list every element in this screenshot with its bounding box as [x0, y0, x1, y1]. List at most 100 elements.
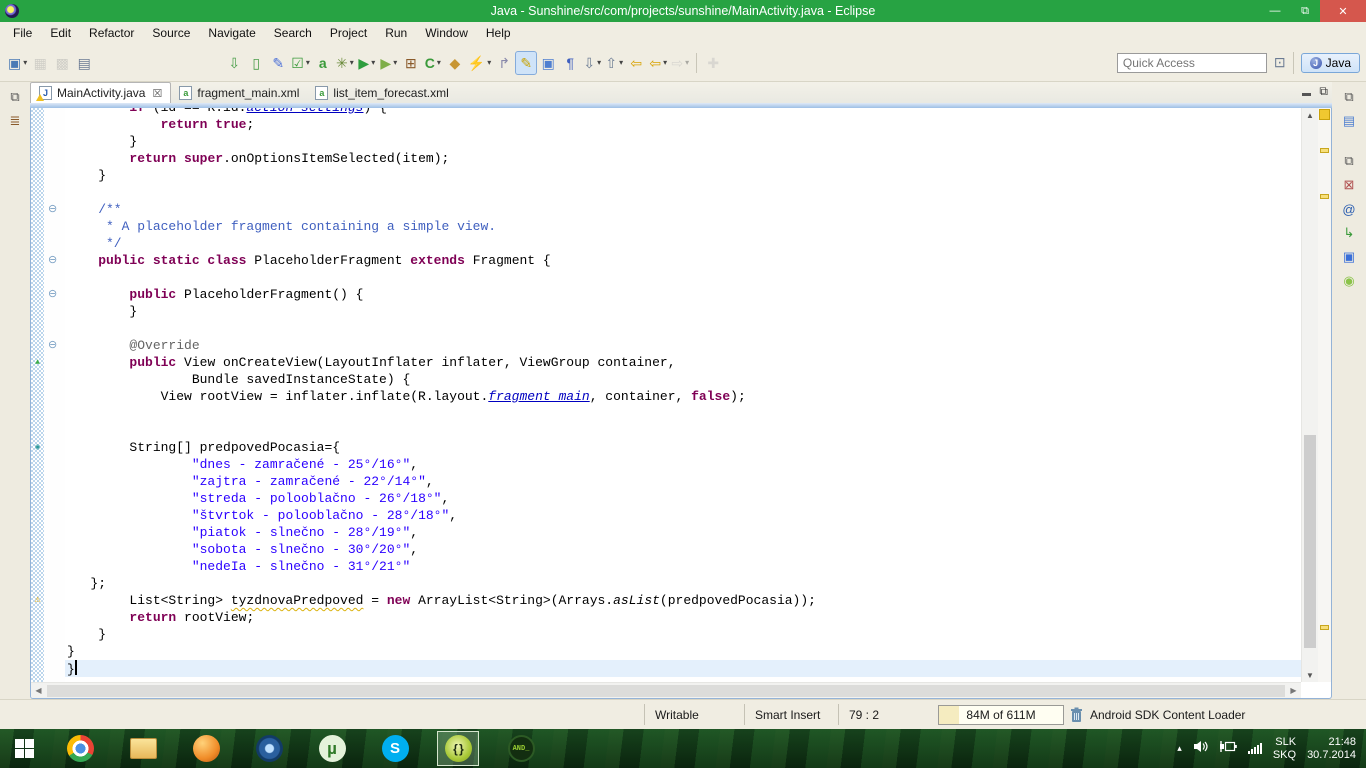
- menu-item-navigate[interactable]: Navigate: [199, 23, 264, 43]
- collapse-icon[interactable]: ⊖: [44, 286, 65, 303]
- code-line-31[interactable]: return rootView;: [31, 609, 1301, 626]
- taskbar-flstudio-button[interactable]: [186, 732, 226, 765]
- code-line-23[interactable]: "zajtra - zamračené - 22°/14°",: [31, 473, 1301, 490]
- forward-icon[interactable]: ⇨▾: [669, 51, 691, 75]
- editor-tab-fragment_main-xml[interactable]: afragment_main.xml: [171, 82, 307, 103]
- code-line-25[interactable]: "štvrtok - polooblačno - 28°/18°",: [31, 507, 1301, 524]
- minimize-button[interactable]: —: [1260, 0, 1290, 22]
- menu-item-source[interactable]: Source: [143, 23, 199, 43]
- scroll-down-icon[interactable]: ▼: [1302, 668, 1318, 682]
- new-wizard-dropdown-icon[interactable]: ▾: [23, 58, 27, 67]
- search-dropdown-icon[interactable]: ▾: [487, 58, 491, 67]
- code-line-6[interactable]: [31, 184, 1301, 201]
- search-icon[interactable]: ⚡▾: [466, 51, 493, 75]
- forward-dropdown-icon[interactable]: ▾: [685, 58, 689, 67]
- code-line-33[interactable]: }: [31, 643, 1301, 660]
- code-line-15[interactable]: ⊖ @Override: [31, 337, 1301, 354]
- warning-overview-mark[interactable]: [1320, 625, 1329, 630]
- avd-manager-icon[interactable]: ▯: [245, 51, 267, 75]
- code-viewport[interactable]: if (id == R.id.action_settings) { return…: [31, 108, 1301, 682]
- save-icon[interactable]: ▦: [29, 51, 51, 75]
- quick-access-input[interactable]: [1117, 53, 1267, 73]
- run-dropdown-icon[interactable]: ▾: [371, 58, 375, 67]
- code-line-19[interactable]: [31, 405, 1301, 422]
- code-line-17[interactable]: Bundle savedInstanceState) {: [31, 371, 1301, 388]
- collapse-icon[interactable]: ⊖: [44, 201, 65, 218]
- debug-dropdown-icon[interactable]: ▾: [350, 58, 354, 67]
- vertical-scrollbar-thumb[interactable]: [1304, 435, 1316, 647]
- code-line-1[interactable]: if (id == R.id.action_settings) {: [31, 108, 1301, 116]
- code-line-29[interactable]: };: [31, 575, 1301, 592]
- overview-ruler-header[interactable]: [1319, 109, 1330, 120]
- run-icon[interactable]: ▶▾: [356, 51, 378, 75]
- taskbar-explorer-button[interactable]: [123, 732, 163, 765]
- show-hidden-icons-icon[interactable]: ▴: [1177, 743, 1182, 754]
- new-java-class-icon[interactable]: C▾: [422, 51, 444, 75]
- code-line-3[interactable]: }: [31, 133, 1301, 150]
- restore-bottom-views-icon[interactable]: ⧉: [1338, 151, 1360, 171]
- code-line-16[interactable]: ▲ public View onCreateView(LayoutInflate…: [31, 354, 1301, 371]
- warning-overview-mark[interactable]: [1320, 194, 1329, 199]
- android-sdk-manager-icon[interactable]: ⇩: [223, 51, 245, 75]
- next-annotation-icon[interactable]: ⇩▾: [581, 51, 603, 75]
- code-line-30[interactable]: ⚠ List<String> tyzdnovaPredpoved = new A…: [31, 592, 1301, 609]
- scroll-up-icon[interactable]: ▲: [1302, 108, 1318, 122]
- code-line-27[interactable]: "sobota - slnečno - 30°/20°",: [31, 541, 1301, 558]
- open-type-icon[interactable]: ↱: [493, 51, 515, 75]
- language-indicator[interactable]: SLK SKQ: [1273, 736, 1296, 762]
- horizontal-scrollbar[interactable]: ◀ ▶: [31, 682, 1301, 698]
- taskbar-utorrent-button[interactable]: µ: [312, 732, 352, 765]
- code-line-14[interactable]: [31, 320, 1301, 337]
- menu-item-help[interactable]: Help: [477, 23, 520, 43]
- taskbar-android-sdk-button[interactable]: AND_: [501, 732, 541, 765]
- print-icon[interactable]: ▤: [73, 51, 95, 75]
- lint-icon[interactable]: ✎: [267, 51, 289, 75]
- new-android-app-icon[interactable]: a: [312, 51, 334, 75]
- maximize-editor-icon[interactable]: ⧉: [1319, 84, 1328, 99]
- code-line-2[interactable]: return true;: [31, 116, 1301, 133]
- network-signal-icon[interactable]: [1248, 743, 1262, 754]
- menu-item-project[interactable]: Project: [321, 23, 376, 43]
- restore-view-icon[interactable]: ⧉: [4, 87, 26, 107]
- menu-item-search[interactable]: Search: [265, 23, 321, 43]
- outline-view-icon[interactable]: ▤: [1338, 111, 1360, 131]
- save-all-icon[interactable]: ▩: [51, 51, 73, 75]
- power-battery-icon[interactable]: [1219, 740, 1237, 758]
- back-dropdown-icon[interactable]: ▾: [663, 58, 667, 67]
- logcat-view-icon[interactable]: ◉: [1338, 271, 1360, 291]
- overview-ruler[interactable]: [1318, 108, 1331, 682]
- next-annotation-dropdown-icon[interactable]: ▾: [597, 58, 601, 67]
- code-line-22[interactable]: "dnes - zamračené - 25°/16°",: [31, 456, 1301, 473]
- prev-annotation-dropdown-icon[interactable]: ▾: [619, 58, 623, 67]
- scroll-left-icon[interactable]: ◀: [31, 686, 46, 695]
- pin-editor-icon[interactable]: ✚: [702, 51, 724, 75]
- show-whitespace-icon[interactable]: ¶: [559, 51, 581, 75]
- declaration-view-icon[interactable]: ↳: [1338, 223, 1360, 243]
- new-wizard-icon[interactable]: ▣▾: [6, 51, 29, 75]
- package-explorer-icon[interactable]: ≣: [4, 111, 26, 131]
- tab-close-icon[interactable]: ☒: [152, 87, 162, 100]
- collapse-icon[interactable]: ⊖: [44, 252, 65, 269]
- console-view-icon[interactable]: ▣: [1338, 247, 1360, 267]
- new-test-icon[interactable]: ☑▾: [289, 51, 312, 75]
- code-line-26[interactable]: "piatok - slnečno - 28°/19°",: [31, 524, 1301, 541]
- vertical-scrollbar[interactable]: ▲ ▼: [1301, 108, 1318, 682]
- code-line-28[interactable]: "nedeIa - slnečno - 31°/21°": [31, 558, 1301, 575]
- problems-view-icon[interactable]: ⊠: [1338, 175, 1360, 195]
- code-line-4[interactable]: return super.onOptionsItemSelected(item)…: [31, 150, 1301, 167]
- menu-item-file[interactable]: File: [4, 23, 41, 43]
- last-edit-location-icon[interactable]: ⇦: [625, 51, 647, 75]
- run-garbage-collector-icon[interactable]: [1070, 707, 1083, 726]
- restore-outline-view-icon[interactable]: ⧉: [1338, 87, 1360, 107]
- run-external-tools-icon[interactable]: ▶▾: [378, 51, 400, 75]
- code-line-5[interactable]: }: [31, 167, 1301, 184]
- start-button[interactable]: [0, 729, 48, 768]
- code-line-24[interactable]: "streda - polooblačno - 26°/18°",: [31, 490, 1301, 507]
- menu-item-window[interactable]: Window: [416, 23, 477, 43]
- code-text[interactable]: if (id == R.id.action_settings) { return…: [31, 108, 1301, 677]
- code-line-12[interactable]: ⊖ public PlaceholderFragment() {: [31, 286, 1301, 303]
- taskbar-skype-button[interactable]: S: [375, 732, 415, 765]
- javadoc-view-icon[interactable]: @: [1338, 199, 1360, 219]
- taskbar-media-player-button[interactable]: [249, 732, 289, 765]
- editor-tab-MainActivity-java[interactable]: JMainActivity.java☒: [30, 82, 171, 103]
